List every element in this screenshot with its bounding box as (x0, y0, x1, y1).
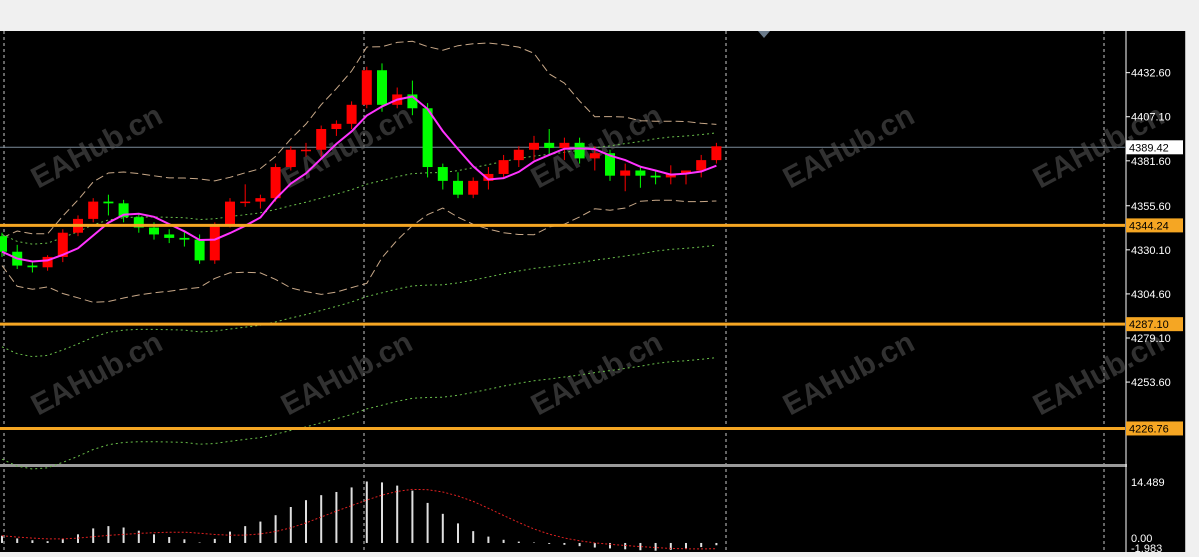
price-tick-label: 4432.60 (1131, 68, 1171, 80)
candle-body (316, 129, 327, 150)
candle-body (437, 167, 448, 181)
lower-band-line (1, 199, 717, 303)
candle-body (194, 239, 205, 261)
candle-body (422, 108, 433, 168)
level-lines[interactable]: 4344.24 4287.10 4226.76 (0, 218, 1183, 436)
shift-marker-icon (758, 31, 770, 38)
watermark-text: EAHub.cn (276, 326, 418, 422)
candle-body (711, 146, 722, 161)
candle-body (346, 104, 357, 124)
candle-body (331, 123, 342, 130)
candle-body (270, 167, 281, 199)
candle-body (88, 201, 99, 219)
candle-body (149, 227, 159, 235)
level-label: 4344.24 (1129, 220, 1169, 232)
price-tick-label: 4381.60 (1131, 156, 1171, 168)
level-label: 4226.76 (1129, 423, 1169, 435)
level-label: 4287.10 (1129, 319, 1169, 331)
oscillator-panel (1, 481, 718, 551)
price-tick-label: 4253.60 (1131, 377, 1171, 389)
candle-body (513, 149, 524, 161)
price-tick-label: 4279.10 (1131, 333, 1171, 345)
price-axis: 4432.60 4407.10 4381.60 4355.60 4330.10 4304.… (1126, 68, 1183, 555)
candle-body (696, 160, 707, 171)
candle-body (574, 142, 585, 159)
price-tick-label: 4330.10 (1131, 245, 1171, 257)
candle-body (620, 170, 631, 176)
watermark-text: EAHub.cn (526, 326, 668, 422)
candle-body (468, 180, 479, 195)
indicator-lines (1, 40, 717, 470)
candle-body (544, 142, 555, 149)
candle-body (301, 149, 311, 152)
candle-body (27, 265, 38, 268)
chart-area[interactable]: EAHub.cn EAHub.cn EAHub.cn EAHub.cn EAHub.cn… (0, 31, 1185, 555)
candle-body (164, 234, 175, 238)
candle-body (650, 175, 661, 178)
price-tick-label: 4304.60 (1131, 289, 1171, 301)
candle-body (529, 142, 539, 150)
price-tick-label: 4407.10 (1131, 112, 1171, 124)
vertical-scrollbar[interactable] (1185, 31, 1199, 552)
candles (0, 63, 722, 273)
watermark-text: EAHub.cn (778, 326, 920, 422)
price-tick-label: 4355.60 (1131, 201, 1171, 213)
candle-body (209, 225, 220, 261)
candle-body (255, 198, 266, 202)
chart-window: EAHub.cn EAHub.cn EAHub.cn EAHub.cn EAHub.cn… (0, 0, 1199, 555)
candle-body (453, 180, 463, 195)
panel-separator (0, 464, 1127, 467)
window-top-bar (0, 0, 1199, 31)
candle-body (0, 236, 7, 252)
candle-body (361, 70, 372, 105)
candle-body (103, 201, 114, 204)
candle-body (559, 142, 570, 149)
oscillator-max-label: 14.489 (1131, 477, 1165, 489)
watermark-text: EAHub.cn (26, 326, 168, 422)
candle-body (377, 70, 387, 105)
candle-body (498, 160, 509, 174)
price-chart[interactable]: EAHub.cn EAHub.cn EAHub.cn EAHub.cn EAHub.cn… (0, 31, 1185, 555)
oscillator-min-label: -1.983 (1131, 543, 1162, 552)
candle-body (635, 170, 646, 176)
candle-body (225, 201, 235, 226)
current-price-label: 4389.42 (1129, 142, 1169, 154)
candle-body (179, 237, 190, 240)
candle-body (589, 153, 600, 159)
candle-body (285, 149, 296, 168)
candle-body (240, 201, 251, 204)
